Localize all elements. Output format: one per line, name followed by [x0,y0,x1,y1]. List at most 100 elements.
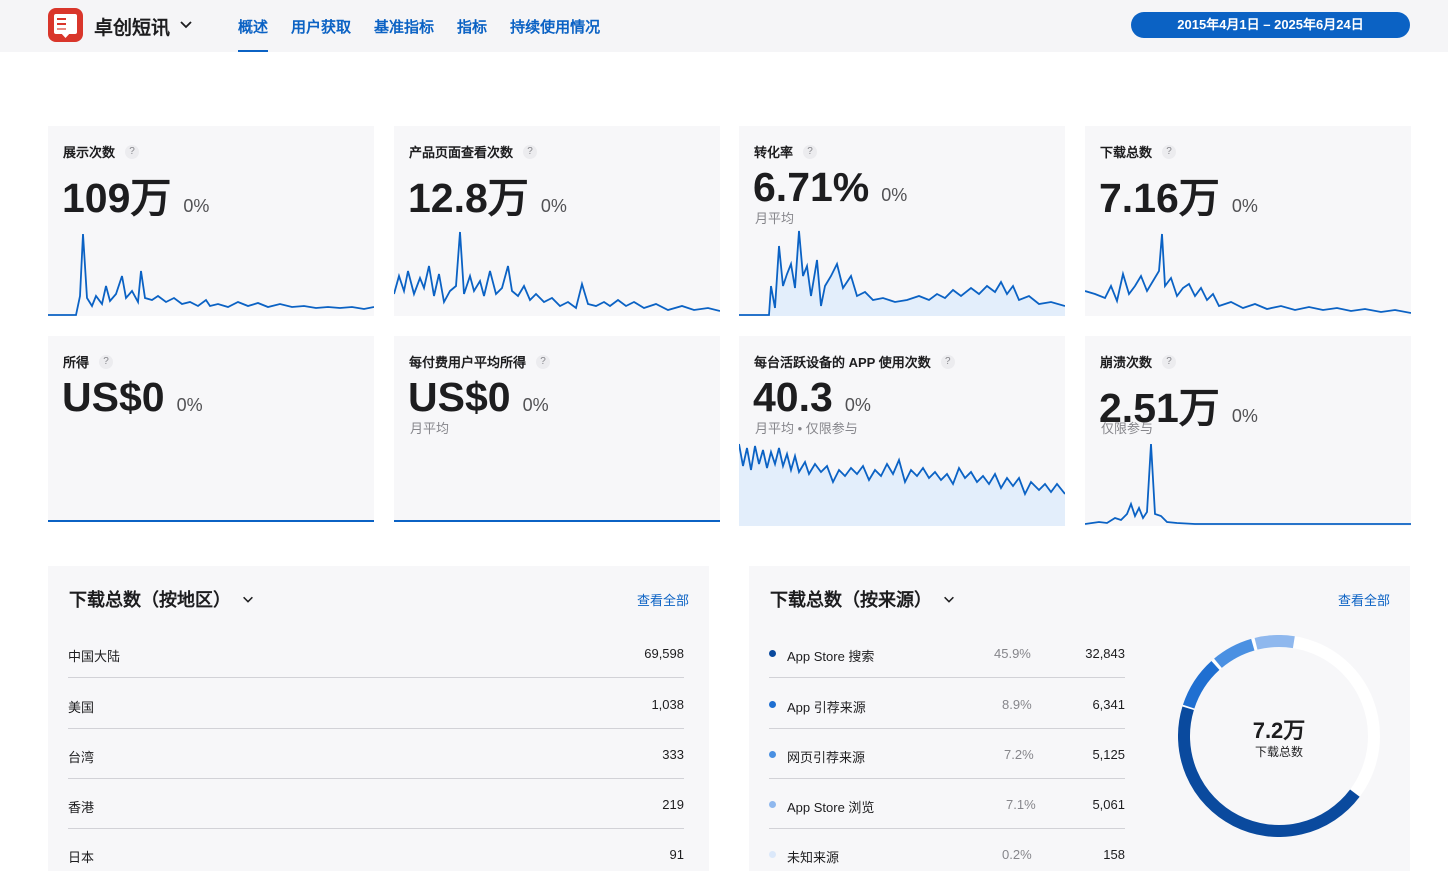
date-range-button[interactable]: 2015年4月1日 – 2025年6月24日 [1131,12,1410,38]
metric-value: 6.71% [753,164,870,210]
help-icon[interactable]: ? [1162,144,1177,159]
metric-value-wrap: 40.3 0% [753,374,871,421]
row-value: 69,598 [644,646,684,661]
source-row[interactable]: App 引荐来源 8.9% 6,341 [769,679,1125,729]
source-row[interactable]: 网页引荐来源 7.2% 5,125 [769,729,1125,779]
metric-card-impressions[interactable]: 展示次数? 109万 0% [48,126,374,316]
metric-title: 崩溃次数 [1100,355,1153,370]
metric-value-wrap: 6.71% 0% [753,164,907,211]
row-label: 中国大陆 [68,649,121,664]
metric-delta: 0% [1231,406,1258,426]
row-percent: 45.9% [994,646,1031,661]
help-icon[interactable]: ? [125,144,140,159]
metric-title-wrap: 每付费用户平均所得? [409,352,551,371]
donut-segment-web-referrer[interactable] [1214,638,1255,668]
metric-card-crashes[interactable]: 崩溃次数? 2.51万 0% 仅限参与 [1085,336,1411,526]
row-label: App Store 浏览 [787,800,875,815]
table-row[interactable]: 香港 219 [68,779,684,829]
row-percent: 8.9% [1002,697,1032,712]
metric-value-wrap: US$0 0% [408,374,549,421]
row-percent: 7.1% [1006,797,1036,812]
donut-center: 7.2万 下载总数 [1219,713,1339,760]
help-icon[interactable]: ? [523,144,538,159]
metric-delta: 0% [540,196,567,216]
app-name[interactable]: 卓创短讯 [94,13,170,40]
donut-segment-app-store-browse[interactable] [1254,635,1295,650]
row-value: 158 [1103,847,1125,862]
main-nav: 概述 用户获取 基准指标 指标 持续使用情况 [238,16,600,52]
sparkline-flat [48,520,374,522]
metric-card-page-views[interactable]: 产品页面查看次数? 12.8万 0% [394,126,720,316]
chevron-down-icon[interactable] [942,592,956,606]
metric-card-sessions-per-device[interactable]: 每台活跃设备的 APP 使用次数? 40.3 0% 月平均 • 仅限参与 [739,336,1065,526]
metric-value: 109万 [62,175,172,221]
legend-dot [769,701,776,708]
panel-title: 下载总数（按地区） [69,590,231,610]
sparkline [739,443,1065,526]
row-label: App Store 搜索 [787,649,875,664]
app-icon[interactable] [48,8,83,42]
metric-card-arppu[interactable]: 每付费用户平均所得? US$0 0% 月平均 [394,336,720,522]
tab-acquisition[interactable]: 用户获取 [291,16,351,52]
metric-title: 每付费用户平均所得 [409,355,527,370]
metric-title-wrap: 下载总数? [1100,142,1177,161]
downloads-by-source-panel: 下载总数（按来源） 查看全部 App Store 搜索 45.9% 32,843… [749,566,1410,871]
sparkline [48,233,374,316]
metric-delta: 0% [844,395,871,415]
view-all-link[interactable]: 查看全部 [637,590,689,609]
metric-value: US$0 [62,374,165,420]
row-label: App 引荐来源 [787,700,866,715]
table-row[interactable]: 美国 1,038 [68,679,684,729]
panel-title-wrap[interactable]: 下载总数（按来源） [770,586,956,612]
metric-title-wrap: 崩溃次数? [1100,352,1177,371]
metric-title: 展示次数 [63,145,116,160]
row-label: 未知来源 [787,850,840,865]
metric-card-proceeds[interactable]: 所得? US$0 0% [48,336,374,522]
source-row[interactable]: App Store 搜索 45.9% 32,843 [769,628,1125,678]
metric-card-conversion-rate[interactable]: 转化率? 6.71% 0% 月平均 [739,126,1065,316]
metric-delta: 0% [176,395,203,415]
help-icon[interactable]: ? [803,144,818,159]
table-row[interactable]: 日本 91 [68,829,684,879]
help-icon[interactable]: ? [99,354,114,369]
sparkline [739,230,1065,316]
metric-title: 下载总数 [1100,145,1153,160]
table-row[interactable]: 台湾 333 [68,729,684,779]
metric-value-wrap: 109万 0% [62,164,209,224]
chevron-down-icon[interactable] [241,592,255,606]
metric-card-total-downloads[interactable]: 下载总数? 7.16万 0% [1085,126,1411,316]
sparkline [1085,443,1411,525]
row-value: 32,843 [1085,646,1125,661]
metric-delta: 0% [1231,196,1258,216]
row-percent: 0.2% [1002,847,1032,862]
panel-title-wrap[interactable]: 下载总数（按地区） [69,586,255,612]
source-row[interactable]: App Store 浏览 7.1% 5,061 [769,779,1125,829]
tab-overview[interactable]: 概述 [238,16,269,52]
metric-title: 转化率 [754,145,794,160]
legend-dot [769,650,776,657]
sparkline [394,231,720,312]
metric-value-wrap: US$0 0% [62,374,203,421]
table-row[interactable]: 中国大陆 69,598 [68,628,684,678]
row-percent: 7.2% [1004,747,1034,762]
help-icon[interactable]: ? [1162,354,1177,369]
chevron-down-icon[interactable] [178,16,194,32]
metric-title-wrap: 所得? [63,352,114,371]
metric-value: 40.3 [753,374,833,420]
source-row[interactable]: 未知来源 0.2% 158 [769,829,1125,879]
tab-retention[interactable]: 持续使用情况 [510,16,600,52]
donut-segment-app-referrer[interactable] [1182,660,1220,709]
row-value: 5,061 [1092,797,1125,812]
metric-value: US$0 [408,374,511,420]
metric-title: 产品页面查看次数 [409,145,514,160]
tab-benchmarks[interactable]: 基准指标 [374,16,434,52]
panel-title: 下载总数（按来源） [770,590,932,610]
help-icon[interactable]: ? [940,354,955,369]
metric-value-wrap: 7.16万 0% [1099,164,1258,224]
tab-metrics[interactable]: 指标 [457,16,487,52]
help-icon[interactable]: ? [536,354,551,369]
row-value: 219 [662,797,684,812]
legend-dot [769,801,776,808]
view-all-link[interactable]: 查看全部 [1338,590,1390,609]
row-label: 网页引荐来源 [787,750,866,765]
